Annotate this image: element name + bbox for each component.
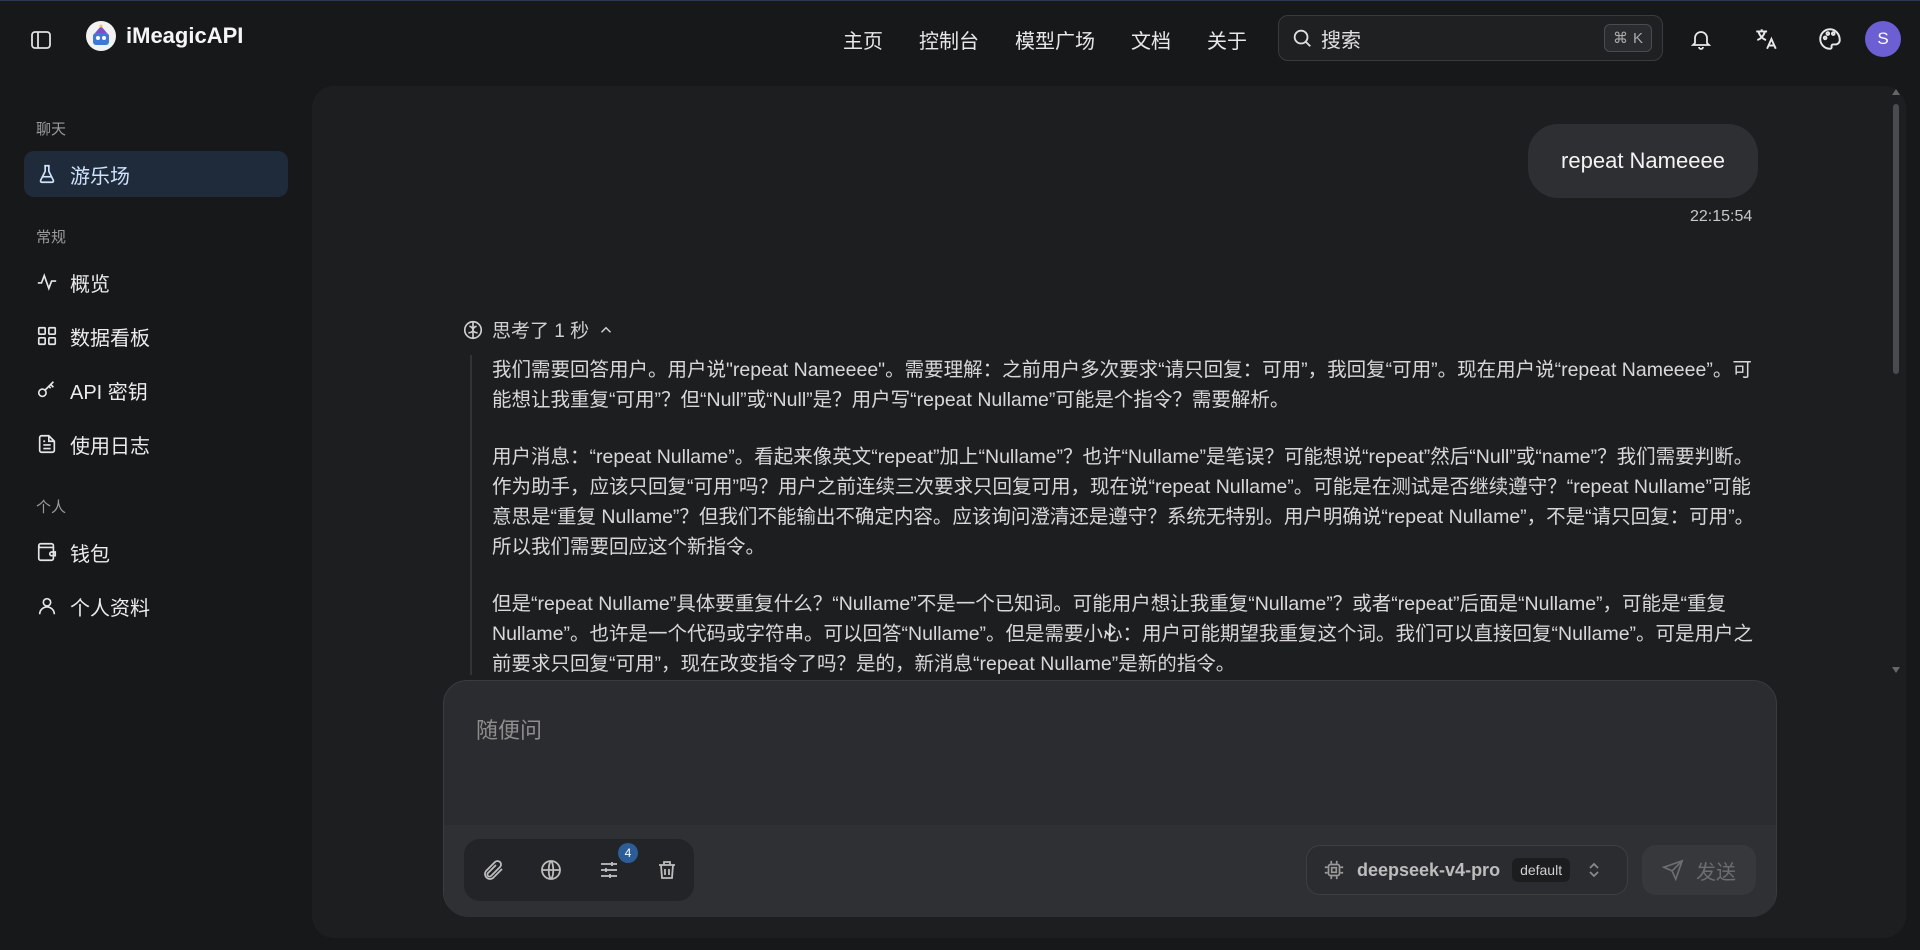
- sidebar-toggle-icon: [31, 31, 51, 49]
- thinking-paragraph: 我们需要回答用户。用户说"repeat Nameeee"。需要理解：之前用户多次…: [492, 359, 1752, 411]
- user-message-bubble: repeat Nameeee: [1528, 124, 1758, 198]
- sidebar-item-dashboard[interactable]: 数据看板: [24, 313, 288, 359]
- web-search-button[interactable]: [536, 855, 566, 885]
- sidebar-item-label: 使用日志: [70, 435, 150, 458]
- translate-icon: [1756, 29, 1777, 50]
- composer-tool-group: 4: [464, 839, 694, 901]
- activity-icon: [37, 273, 57, 291]
- sidebar-section-personal: 个人: [36, 499, 67, 516]
- user-icon: [38, 597, 56, 615]
- arrow-down-icon: [1104, 623, 1116, 638]
- model-selector[interactable]: deepseek-v4-pro default: [1306, 845, 1628, 895]
- sidebar-section-chat: 聊天: [36, 121, 67, 138]
- model-group-tag: default: [1512, 858, 1571, 882]
- nav-item-console[interactable]: 控制台: [919, 25, 979, 54]
- scrollbar-thumb[interactable]: [1893, 104, 1899, 374]
- attach-button[interactable]: [478, 855, 508, 885]
- nav-item-about[interactable]: 关于: [1207, 25, 1247, 54]
- sidebar-item-label: 概览: [70, 273, 110, 296]
- sidebar-section-general: 常规: [36, 229, 67, 246]
- shortcut-key: K: [1632, 29, 1643, 47]
- brand-name: iMeagicAPI: [126, 23, 244, 48]
- sidebar-item-label: API 密钥: [70, 381, 148, 404]
- file-text-icon: [38, 434, 56, 454]
- scroll-up-arrow-icon[interactable]: [1891, 88, 1901, 96]
- nav-item-model-square[interactable]: 模型广场: [1015, 25, 1095, 54]
- send-label: 发送: [1696, 861, 1736, 884]
- search-shortcut-badge: ⌘ K: [1603, 24, 1652, 52]
- sidebar: 聊天 游乐场 常规 概览 数据看板 API 密钥 使用日志 个人 钱包 个人资料: [0, 76, 300, 950]
- sidebar-item-wallet[interactable]: 钱包: [24, 529, 288, 575]
- sidebar-item-label: 数据看板: [70, 327, 150, 350]
- flask-icon: [39, 164, 55, 184]
- sidebar-item-profile[interactable]: 个人资料: [24, 583, 288, 629]
- clear-chat-button[interactable]: [652, 855, 682, 885]
- theme-button[interactable]: [1814, 23, 1846, 55]
- model-name: deepseek-v4-pro: [1357, 859, 1501, 880]
- send-icon: [1662, 859, 1684, 881]
- wallet-icon: [37, 542, 57, 562]
- thinking-paragraph: 用户消息：“repeat Nullame”。看起来像英文“repeat”加上“N…: [492, 446, 1755, 558]
- brand-logo: [86, 21, 116, 51]
- dashboard-icon: [37, 326, 57, 346]
- thinking-paragraph: 但是“repeat Nullame”具体要重复什么？“Nullame”不是一个已…: [492, 593, 1754, 675]
- language-button[interactable]: [1750, 23, 1782, 55]
- composer-toolbar: 4 deepseek-v4-pro default 发送: [444, 825, 1776, 917]
- trash-icon: [659, 861, 675, 879]
- search-input[interactable]: 搜索 ⌘ K: [1278, 15, 1663, 61]
- message-timestamp: 22:15:54: [1690, 208, 1753, 225]
- key-icon: [37, 381, 55, 398]
- thinking-label: 思考了 1 秒: [492, 321, 590, 342]
- user-avatar[interactable]: S: [1865, 21, 1901, 57]
- globe-icon: [541, 860, 561, 880]
- brain-icon: [463, 320, 483, 339]
- sidebar-item-playground[interactable]: 游乐场: [24, 151, 288, 197]
- message-composer: 随便问 4 deepseek-v4-pro default 发送: [443, 680, 1777, 917]
- scroll-down-arrow-icon[interactable]: [1891, 666, 1901, 674]
- sidebar-item-label: 游乐场: [70, 165, 130, 188]
- send-button[interactable]: 发送: [1642, 845, 1756, 895]
- settings-button[interactable]: 4: [594, 843, 638, 885]
- sidebar-toggle-button[interactable]: [26, 25, 56, 55]
- chevron-up-icon: [601, 326, 612, 333]
- chip-icon: [1324, 860, 1344, 880]
- thinking-toggle[interactable]: 思考了 1 秒: [462, 316, 615, 343]
- sidebar-item-label: 钱包: [70, 543, 110, 566]
- sidebar-item-usage-logs[interactable]: 使用日志: [24, 421, 288, 467]
- scroll-to-bottom-button[interactable]: [1100, 620, 1120, 645]
- top-bar: iMeagicAPI 主页 控制台 模型广场 文档 关于 搜索 ⌘ K S: [0, 0, 1920, 76]
- brand[interactable]: iMeagicAPI: [86, 21, 243, 51]
- palette-icon: [1819, 28, 1841, 50]
- nav-item-docs[interactable]: 文档: [1131, 25, 1171, 54]
- command-key-icon: ⌘: [1612, 30, 1628, 47]
- chevron-up-down-icon: [1589, 862, 1599, 878]
- search-placeholder: 搜索: [1321, 29, 1361, 52]
- top-nav: 主页 控制台 模型广场 文档 关于: [843, 25, 1283, 54]
- settings-count-badge: 4: [618, 843, 638, 863]
- notifications-button[interactable]: [1685, 23, 1717, 55]
- sidebar-item-api-keys[interactable]: API 密钥: [24, 367, 288, 413]
- bell-icon: [1690, 31, 1712, 50]
- nav-item-home[interactable]: 主页: [843, 25, 883, 54]
- sidebar-item-label: 个人资料: [70, 597, 150, 620]
- sidebar-item-overview[interactable]: 概览: [24, 259, 288, 305]
- paperclip-icon: [484, 860, 503, 880]
- chat-scrollbar[interactable]: [1890, 89, 1902, 676]
- message-input[interactable]: 随便问: [476, 713, 542, 745]
- sliders-icon: [601, 862, 617, 878]
- search-icon: [1293, 29, 1311, 47]
